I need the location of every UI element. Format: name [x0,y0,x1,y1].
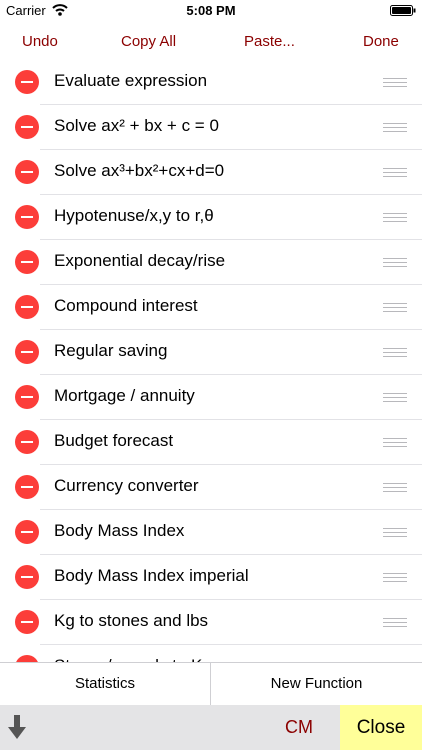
minus-circle-icon[interactable] [15,520,39,544]
function-label: Currency converter [54,476,199,495]
minus-circle-icon[interactable] [15,565,39,589]
new-function-button[interactable]: New Function [211,663,422,705]
function-row[interactable]: Mortgage / annuity [0,375,422,420]
reorder-grip-icon[interactable] [383,616,407,629]
reorder-grip-icon[interactable] [383,256,407,269]
cm-button[interactable]: CM [285,717,313,738]
edit-toolbar: Undo Copy All Paste... Done [0,22,422,60]
clock: 5:08 PM [186,3,236,18]
function-label: Exponential decay/rise [54,251,226,270]
reorder-grip-icon[interactable] [383,166,407,179]
function-label: Compound interest [54,296,198,315]
function-row[interactable]: Hypotenuse/x,y to r,θ [0,195,422,240]
statistics-button[interactable]: Statistics [0,663,210,705]
bottom-bar: CM Close [0,705,422,750]
function-row[interactable]: Body Mass Index [0,510,422,555]
minus-circle-icon[interactable] [15,205,39,229]
function-row[interactable]: Kg to stones and lbs [0,600,422,645]
function-row[interactable]: Currency converter [0,465,422,510]
function-label: Body Mass Index imperial [54,566,249,585]
reorder-grip-icon[interactable] [383,211,407,224]
minus-circle-icon[interactable] [15,295,39,319]
function-label: Solve ax² + bx + c = 0 [54,116,219,135]
minus-circle-icon[interactable] [15,385,39,409]
function-row[interactable]: Budget forecast [0,420,422,465]
function-list[interactable]: Evaluate expression Solve ax² + bx + c = … [0,60,422,662]
function-label: Kg to stones and lbs [54,611,209,630]
minus-circle-icon[interactable] [15,610,39,634]
copy-all-button[interactable]: Copy All [121,33,176,50]
close-button[interactable]: Close [340,705,422,750]
function-label: Body Mass Index [54,521,185,540]
status-bar: Carrier 5:08 PM [0,0,422,22]
function-label: Budget forecast [54,431,174,450]
function-row[interactable]: Solve ax² + bx + c = 0 [0,105,422,150]
function-label: Regular saving [54,341,168,360]
function-row[interactable]: Body Mass Index imperial [0,555,422,600]
function-label: Mortgage / annuity [54,386,195,405]
minus-circle-icon[interactable] [15,655,39,662]
minus-circle-icon[interactable] [15,115,39,139]
reorder-grip-icon[interactable] [383,436,407,449]
minus-circle-icon[interactable] [15,340,39,364]
function-label: Evaluate expression [54,71,208,90]
footer-bar: Statistics New Function [0,662,422,705]
minus-circle-icon[interactable] [15,160,39,184]
reorder-grip-icon[interactable] [383,76,407,89]
reorder-grip-icon[interactable] [383,121,407,134]
function-label: Hypotenuse/x,y to r,θ [54,206,214,225]
function-label: Solve ax³+bx²+cx+d=0 [54,161,225,180]
reorder-grip-icon[interactable] [383,391,407,404]
minus-circle-icon[interactable] [15,475,39,499]
reorder-grip-icon[interactable] [383,526,407,539]
function-row[interactable]: Regular saving [0,330,422,375]
reorder-grip-icon[interactable] [383,346,407,359]
function-row[interactable]: Stones/pounds to Kg [0,645,422,662]
arrow-down-icon[interactable] [8,715,26,739]
function-row[interactable]: Evaluate expression [0,60,422,105]
reorder-grip-icon[interactable] [383,301,407,314]
function-row[interactable]: Exponential decay/rise [0,240,422,285]
battery-icon [390,5,416,16]
function-row[interactable]: Solve ax³+bx²+cx+d=0 [0,150,422,195]
reorder-grip-icon[interactable] [383,571,407,584]
undo-button[interactable]: Undo [22,33,58,50]
minus-circle-icon[interactable] [15,70,39,94]
paste-button[interactable]: Paste... [244,33,295,50]
reorder-grip-icon[interactable] [383,481,407,494]
done-button[interactable]: Done [363,33,399,50]
function-row[interactable]: Compound interest [0,285,422,330]
minus-circle-icon[interactable] [15,430,39,454]
minus-circle-icon[interactable] [15,250,39,274]
